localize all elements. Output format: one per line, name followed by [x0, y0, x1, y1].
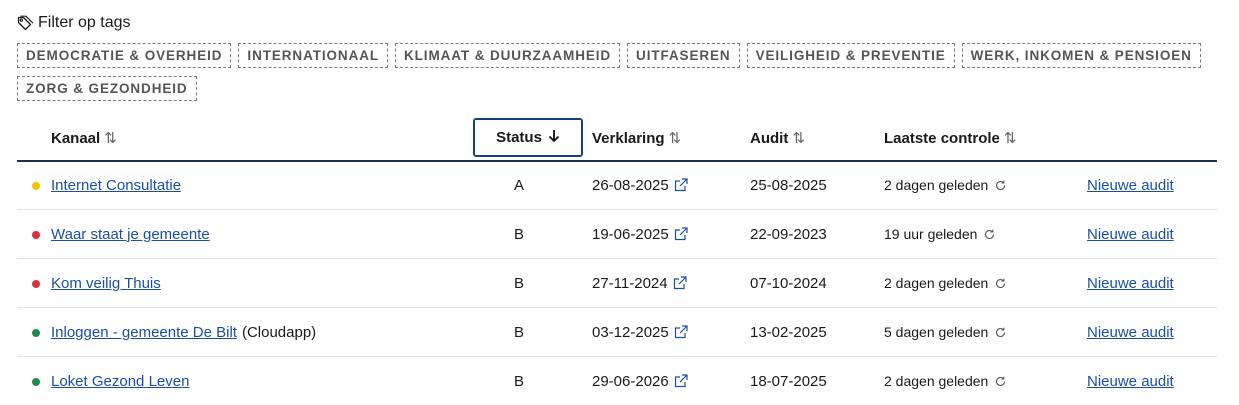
- status-dot: [32, 329, 40, 337]
- external-link-icon[interactable]: [673, 226, 689, 242]
- column-header-label: Verklaring: [592, 129, 665, 147]
- status-value: B: [514, 323, 525, 341]
- tag-filter-werk[interactable]: WERK, INKOMEN & PENSIOEN: [961, 43, 1201, 68]
- column-header-label: Kanaal: [51, 129, 101, 147]
- kanaal-link[interactable]: Loket Gezond Leven: [51, 373, 189, 390]
- nieuwe-audit-link-cell: Nieuwe audit: [1087, 161, 1174, 209]
- nieuwe-audit-link-cell: Nieuwe audit: [1087, 308, 1174, 356]
- kanaal-link[interactable]: Waar staat je gemeente: [51, 226, 210, 243]
- nieuwe-audit-link[interactable]: Nieuwe audit: [1087, 275, 1174, 292]
- nieuwe-audit-link[interactable]: Nieuwe audit: [1087, 373, 1174, 390]
- verklaring-cell: 19-06-2025: [592, 210, 689, 258]
- nieuwe-audit-link-cell: Nieuwe audit: [1087, 259, 1174, 307]
- column-header-audit[interactable]: Audit ⇅: [750, 118, 805, 158]
- column-header-verklaring[interactable]: Verklaring ⇅: [592, 118, 681, 158]
- nieuwe-audit-link-cell: Nieuwe audit: [1087, 210, 1174, 258]
- status-value: B: [514, 274, 525, 292]
- external-link-icon[interactable]: [673, 373, 689, 389]
- audit-date: 18-07-2025: [750, 372, 827, 390]
- verklaring-date: 29-06-2026: [592, 372, 669, 390]
- tag-filter-uitfaseren[interactable]: UITFASEREN: [627, 43, 740, 68]
- status-value: B: [514, 225, 525, 243]
- column-header-kanaal[interactable]: Kanaal ⇅: [51, 118, 117, 158]
- table-header: Kanaal ⇅ Status Verklaring ⇅ Audit ⇅ Laa…: [17, 118, 1217, 162]
- laatste-controle-text: 5 dagen geleden: [884, 324, 989, 340]
- filter-label: Filter op tags: [38, 14, 131, 31]
- sort-icon: ⇅: [1003, 130, 1017, 147]
- kanaal-link[interactable]: Internet Consultatie: [51, 177, 181, 194]
- kanaal-cell: Kom veilig Thuis: [51, 259, 166, 307]
- table-row: Internet Consultatie A 26-08-2025 25-08-…: [17, 161, 1217, 210]
- laatste-controle-cell: 5 dagen geleden: [884, 308, 1007, 356]
- verklaring-date: 03-12-2025: [592, 323, 669, 341]
- verklaring-cell: 03-12-2025: [592, 308, 689, 356]
- tag-filter-klimaat[interactable]: KLIMAAT & DUURZAAMHEID: [395, 43, 621, 68]
- laatste-controle-text: 2 dagen geleden: [884, 373, 989, 389]
- table-row: Waar staat je gemeente B 19-06-2025 22-0…: [17, 210, 1217, 259]
- laatste-controle-text: 19 uur geleden: [884, 226, 978, 242]
- laatste-controle-text: 2 dagen geleden: [884, 275, 989, 291]
- refresh-icon[interactable]: [994, 277, 1007, 290]
- external-link-icon[interactable]: [673, 177, 689, 193]
- nieuwe-audit-link-cell: Nieuwe audit: [1087, 357, 1174, 405]
- tag-filter-democratie[interactable]: DEMOCRATIE & OVERHEID: [17, 43, 232, 68]
- verklaring-date: 27-11-2024: [592, 274, 668, 292]
- laatste-controle-cell: 2 dagen geleden: [884, 259, 1007, 307]
- table-body: Internet Consultatie A 26-08-2025 25-08-…: [17, 161, 1217, 405]
- sort-icon: ⇅: [104, 130, 117, 147]
- status-value: A: [514, 176, 525, 194]
- verklaring-cell: 29-06-2026: [592, 357, 689, 405]
- verklaring-cell: 26-08-2025: [592, 161, 689, 209]
- filter-header: Filter op tags: [16, 14, 130, 32]
- external-link-icon[interactable]: [673, 324, 689, 340]
- kanaal-cell: Internet Consultatie: [51, 161, 186, 209]
- refresh-icon[interactable]: [994, 375, 1007, 388]
- status-dot: [32, 231, 40, 239]
- status-dot: [32, 182, 40, 190]
- verklaring-cell: 27-11-2024: [592, 259, 688, 307]
- tag-filter-veiligheid[interactable]: VEILIGHEID & PREVENTIE: [746, 43, 955, 68]
- kanaal-link[interactable]: Inloggen - gemeente De Bilt: [51, 324, 237, 341]
- nieuwe-audit-link[interactable]: Nieuwe audit: [1087, 177, 1174, 194]
- column-header-laatste-controle[interactable]: Laatste controle ⇅: [884, 118, 1016, 158]
- column-header-label: Audit: [750, 129, 789, 147]
- tag-icon: [16, 14, 34, 32]
- verklaring-date: 26-08-2025: [592, 176, 669, 194]
- nieuwe-audit-link[interactable]: Nieuwe audit: [1087, 324, 1174, 341]
- kanaal-cell: Loket Gezond Leven: [51, 357, 194, 405]
- status-dot: [32, 280, 40, 288]
- column-header-label: Laatste controle: [884, 129, 1000, 147]
- table-row: Kom veilig Thuis B 27-11-2024 07-10-2024…: [17, 259, 1217, 308]
- kanaal-suffix: (Cloudapp): [241, 323, 317, 341]
- sort-icon: ⇅: [668, 130, 682, 147]
- tag-filter-internationaal[interactable]: INTERNATIONAAL: [238, 43, 389, 68]
- refresh-icon[interactable]: [983, 228, 996, 241]
- laatste-controle-cell: 2 dagen geleden: [884, 357, 1007, 405]
- column-header-label: Status: [496, 129, 542, 146]
- tag-filter-zorg[interactable]: ZORG & GEZONDHEID: [17, 76, 197, 101]
- status-value: B: [514, 372, 525, 390]
- refresh-icon[interactable]: [994, 326, 1007, 339]
- kanaal-cell: Inloggen - gemeente De Bilt (Cloudapp): [51, 308, 316, 356]
- audit-date: 25-08-2025: [750, 176, 827, 194]
- verklaring-date: 19-06-2025: [592, 225, 669, 243]
- laatste-controle-cell: 19 uur geleden: [884, 210, 996, 258]
- laatste-controle-cell: 2 dagen geleden: [884, 161, 1007, 209]
- status-dot: [32, 378, 40, 386]
- audit-date: 22-09-2023: [750, 225, 827, 243]
- refresh-icon[interactable]: [994, 179, 1007, 192]
- arrow-down-icon: [548, 129, 560, 147]
- nieuwe-audit-link[interactable]: Nieuwe audit: [1087, 226, 1174, 243]
- table-row: Inloggen - gemeente De Bilt (Cloudapp) B…: [17, 308, 1217, 357]
- audit-date: 13-02-2025: [750, 323, 827, 341]
- column-header-status[interactable]: Status: [473, 118, 583, 157]
- table-row: Loket Gezond Leven B 29-06-2026 18-07-20…: [17, 357, 1217, 405]
- audit-date: 07-10-2024: [750, 274, 827, 292]
- kanaal-cell: Waar staat je gemeente: [51, 210, 215, 258]
- external-link-icon[interactable]: [672, 275, 688, 291]
- sort-icon: ⇅: [792, 130, 805, 147]
- kanaal-link[interactable]: Kom veilig Thuis: [51, 275, 161, 292]
- laatste-controle-text: 2 dagen geleden: [884, 177, 989, 193]
- tag-filter-list: DEMOCRATIE & OVERHEID INTERNATIONAAL KLI…: [17, 43, 1217, 101]
